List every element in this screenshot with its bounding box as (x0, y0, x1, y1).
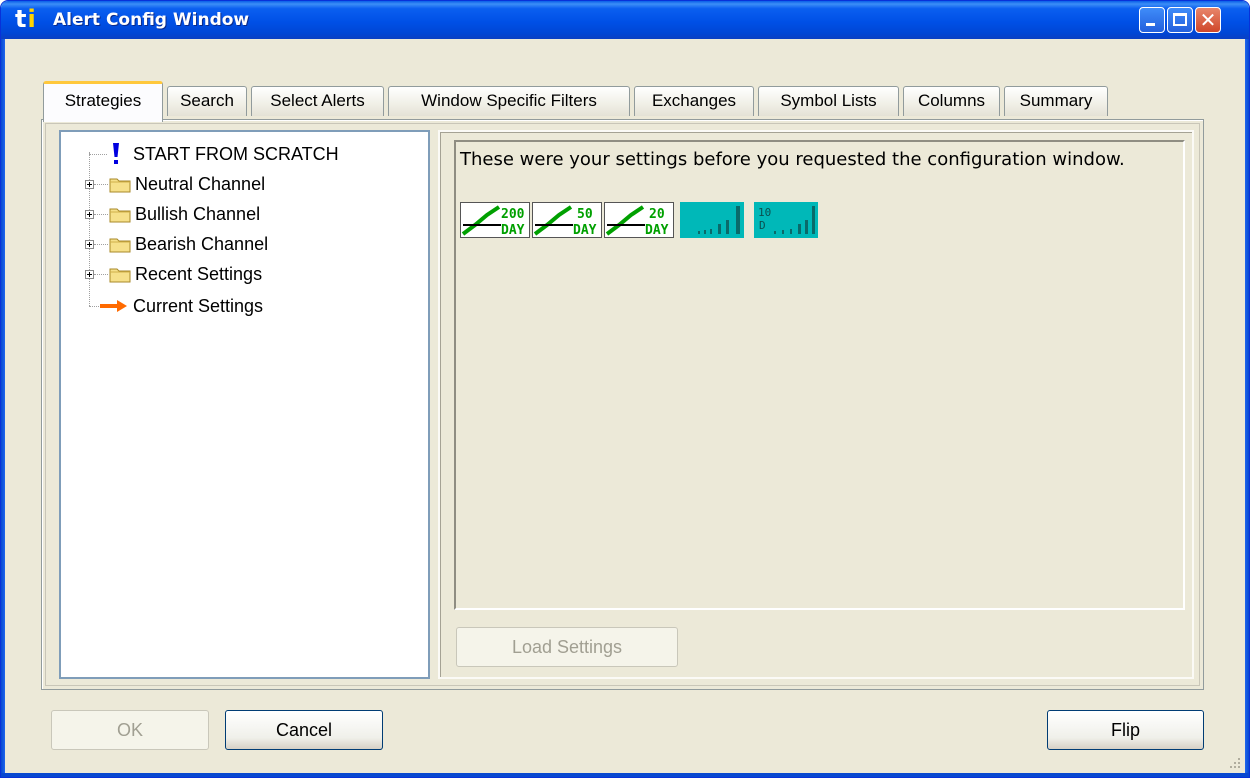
tree-item-start-from-scratch[interactable]: START FROM SCRATCH (109, 140, 339, 168)
expand-icon[interactable] (85, 270, 94, 279)
close-icon: ✕ (1199, 8, 1217, 32)
tree-item-label: Neutral Channel (135, 173, 266, 194)
vol-10-bottom: D (759, 219, 766, 232)
maximize-button[interactable] (1167, 7, 1193, 33)
tree-item-neutral-channel[interactable]: Neutral Channel (109, 170, 265, 198)
tree-item-bearish-channel[interactable]: Bearish Channel (109, 230, 268, 258)
ma-20-day-icon[interactable]: 20 DAY (604, 202, 674, 238)
tree-item-label: Bullish Channel (135, 203, 261, 224)
resize-grip-icon[interactable] (1227, 755, 1241, 769)
alert-config-window: ti Alert Config Window ✕ Strategies Sear… (0, 0, 1250, 778)
ma-20-top: 20 (649, 207, 665, 222)
tab-strategies[interactable]: Strategies (43, 81, 163, 122)
cancel-button[interactable]: Cancel (225, 710, 383, 750)
flip-button[interactable]: Flip (1047, 710, 1204, 750)
ma-50-day-icon[interactable]: 50 DAY (532, 202, 602, 238)
tab-summary[interactable]: Summary (1004, 86, 1108, 116)
tree-item-label: Recent Settings (135, 263, 263, 284)
window-frame-right (1245, 39, 1249, 777)
expand-icon[interactable] (85, 240, 94, 249)
folder-icon (109, 238, 131, 252)
tab-select-alerts[interactable]: Select Alerts (251, 86, 384, 116)
app-logo-icon: ti (15, 6, 36, 32)
exclamation-icon (113, 143, 119, 164)
tree-item-label: Bearish Channel (135, 233, 269, 254)
tab-window-specific-filters[interactable]: Window Specific Filters (388, 86, 630, 116)
settings-description-box: These were your settings before you requ… (454, 140, 1185, 610)
expand-icon[interactable] (85, 180, 94, 189)
tab-exchanges[interactable]: Exchanges (634, 86, 754, 116)
window-frame-left (1, 39, 5, 777)
ma-50-top: 50 (577, 207, 593, 222)
folder-icon (109, 178, 131, 192)
tab-search[interactable]: Search (167, 86, 247, 116)
alert-icons-row: 200 DAY 50 DAY 20 DAY 10 D (460, 202, 818, 238)
logo-t: t (15, 5, 27, 33)
window-frame-bottom (1, 773, 1249, 777)
ma-50-bottom: DAY (573, 223, 597, 237)
ma-200-top: 200 (501, 207, 525, 222)
tree-item-recent-settings[interactable]: Recent Settings (109, 260, 262, 288)
tree-item-current-settings[interactable]: Current Settings (99, 292, 263, 320)
settings-description: These were your settings before you requ… (460, 149, 1125, 170)
ma-20-bottom: DAY (645, 223, 669, 237)
vol-10-top: 10 (758, 206, 771, 219)
tree-item-label: Current Settings (133, 295, 264, 316)
title-bar[interactable]: ti Alert Config Window ✕ (1, 1, 1249, 39)
logo-i: i (27, 5, 36, 33)
strategy-tree[interactable]: START FROM SCRATCH Neutral Channel Bulli… (59, 130, 430, 679)
tree-item-label: START FROM SCRATCH (133, 143, 339, 164)
volume-10-day-icon[interactable]: 10 D (754, 202, 818, 238)
tree-item-bullish-channel[interactable]: Bullish Channel (109, 200, 260, 228)
folder-icon (109, 268, 131, 282)
right-arrow-icon (100, 300, 127, 312)
tab-columns[interactable]: Columns (903, 86, 1000, 116)
minimize-button[interactable] (1139, 7, 1165, 33)
tab-symbol-lists[interactable]: Symbol Lists (758, 86, 899, 116)
ma-200-bottom: DAY (501, 223, 525, 237)
close-button[interactable]: ✕ (1195, 7, 1221, 33)
expand-icon[interactable] (85, 210, 94, 219)
ma-200-day-icon[interactable]: 200 DAY (460, 202, 530, 238)
volume-bars-icon[interactable] (680, 202, 744, 238)
load-settings-button[interactable]: Load Settings (456, 627, 678, 667)
folder-icon (109, 208, 131, 222)
ok-button[interactable]: OK (51, 710, 209, 750)
settings-area: These were your settings before you requ… (438, 130, 1194, 679)
window-title: Alert Config Window (53, 10, 250, 30)
